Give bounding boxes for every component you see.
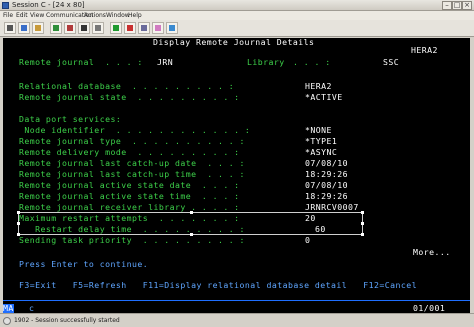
menu-edit[interactable]: Edit (16, 11, 28, 20)
menu-view[interactable]: View (30, 11, 44, 20)
title-bar: Session C - [24 x 80] – □ × (0, 0, 474, 11)
selection-handle[interactable] (361, 211, 364, 214)
detail-value: *NONE (305, 125, 332, 135)
color-icon[interactable] (152, 22, 164, 34)
section-label: Data port services: (19, 114, 122, 124)
toolbar (0, 20, 474, 37)
display-icon[interactable] (78, 22, 90, 34)
selection-handle[interactable] (361, 222, 364, 225)
menu-bar: File Edit View Communication Actions Win… (0, 11, 474, 20)
remote-journal-state-label: Remote journal state . . . . . . . . . : (19, 92, 240, 102)
settings-icon[interactable] (138, 22, 150, 34)
selection-rectangle[interactable] (18, 212, 363, 235)
close-button[interactable]: × (462, 1, 472, 10)
detail-label: Remote delivery mode . . . . . . . . . : (19, 147, 240, 157)
keyboard-icon[interactable] (92, 22, 104, 34)
minimize-button[interactable]: – (442, 1, 452, 10)
remote-journal-label: Remote journal . . . : (19, 57, 143, 67)
detail-label: Remote journal type . . . . . . . . . . … (19, 136, 245, 146)
menu-help[interactable]: Help (128, 11, 142, 20)
detail-label: Remote journal active state time . . . : (19, 191, 240, 201)
session-app-icon (2, 2, 9, 9)
selection-handle[interactable] (190, 233, 193, 236)
library-dots: . . . : (293, 57, 331, 67)
detail-value: *TYPE1 (305, 136, 338, 146)
status-bar: 1902 - Session successfully started (0, 313, 474, 327)
detail-value: JRNRCV0007 (305, 202, 359, 212)
relational-database-label: Relational database . . . . . . . . . : (19, 81, 235, 91)
oia-cursor-position: 01/001 (413, 303, 446, 313)
function-keys[interactable]: F3=Exit F5=Refresh F11=Display relationa… (19, 281, 417, 290)
selection-handle[interactable] (190, 211, 193, 214)
detail-label: Remote journal receiver library . . . . … (19, 202, 240, 212)
terminal-screen[interactable]: Display Remote Journal Details HERA2 Rem… (3, 38, 470, 313)
instruction-text: Press Enter to continue. (19, 259, 149, 269)
detail-value: 07/08/10 (305, 158, 349, 168)
detail-label: Remote journal last catch-up date . . . … (19, 158, 245, 168)
send-icon[interactable] (50, 22, 62, 34)
detail-value: 0 (305, 235, 311, 245)
oia-session: c (29, 303, 35, 313)
oia-separator (3, 300, 470, 301)
system-name: HERA2 (411, 45, 438, 55)
detail-value: 07/08/10 (305, 180, 349, 190)
library-label: Library (247, 57, 285, 67)
remote-journal-state-value: *ACTIVE (305, 92, 343, 102)
library-value: SSC (383, 57, 400, 67)
connection-icon (3, 317, 11, 325)
macro-record-icon[interactable] (124, 22, 136, 34)
detail-value: *ASYNC (305, 147, 338, 157)
emulator-window: Session C - [24 x 80] – □ × File Edit Vi… (0, 0, 474, 327)
help-icon[interactable] (166, 22, 178, 34)
macro-play-icon[interactable] (110, 22, 122, 34)
selection-handle[interactable] (361, 233, 364, 236)
screen-header: Display Remote Journal Details (153, 37, 315, 47)
oia-indicator: MA (3, 303, 14, 313)
detail-label: Remote journal active state date . . . : (19, 180, 240, 190)
selection-handle[interactable] (17, 233, 20, 236)
selection-handle[interactable] (17, 222, 20, 225)
paste-icon[interactable] (32, 22, 44, 34)
copy-icon[interactable] (18, 22, 30, 34)
selection-handle[interactable] (17, 211, 20, 214)
print-icon[interactable] (4, 22, 16, 34)
relational-database-value: HERA2 (305, 81, 332, 91)
detail-value: 18:29:26 (305, 191, 349, 201)
remote-journal-value: JRN (157, 57, 174, 67)
more-indicator: More... (413, 247, 451, 257)
window-title: Session C - [24 x 80] (12, 1, 85, 9)
detail-label: Sending task priority . . . . . . . . . … (19, 235, 245, 245)
receive-icon[interactable] (64, 22, 76, 34)
detail-label: Remote journal last catch-up time . . . … (19, 169, 245, 179)
menu-file[interactable]: File (3, 11, 13, 20)
detail-value: 18:29:26 (305, 169, 349, 179)
menu-actions[interactable]: Actions (84, 11, 106, 20)
status-message: 1902 - Session successfully started (14, 317, 120, 324)
detail-label: Node identifier . . . . . . . . . . . . … (19, 125, 251, 135)
menu-window[interactable]: Window (106, 11, 130, 20)
maximize-button[interactable]: □ (452, 1, 462, 10)
